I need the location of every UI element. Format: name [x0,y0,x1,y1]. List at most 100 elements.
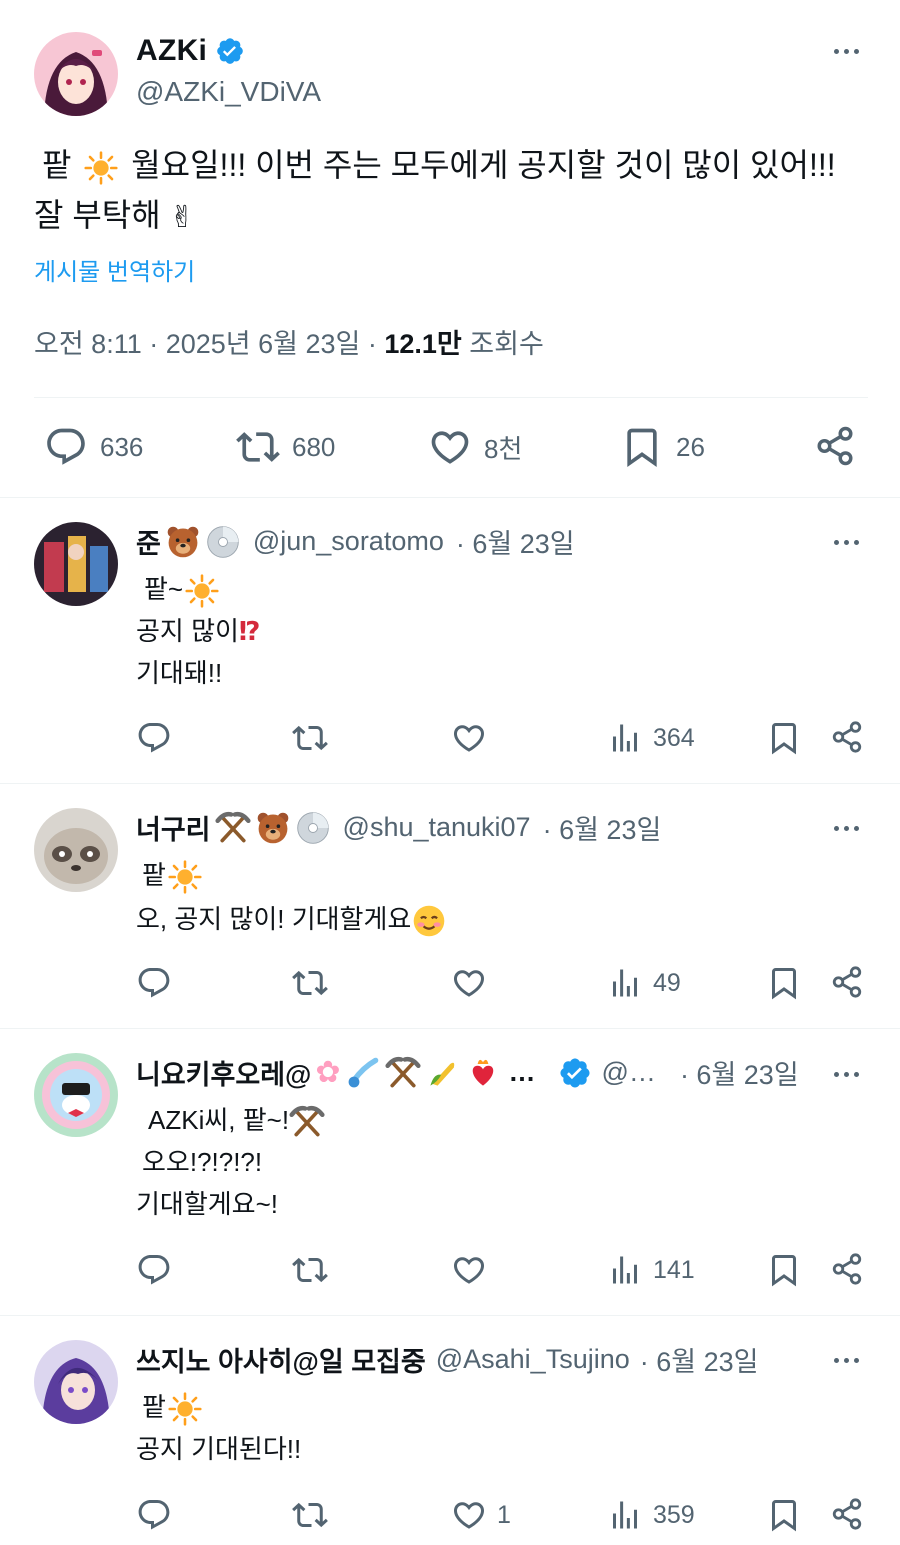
bear-emoji-icon [255,810,291,846]
like-button[interactable] [451,965,497,1001]
like-icon [451,720,487,756]
share-button[interactable] [830,1497,864,1531]
more-options-icon[interactable] [834,49,859,54]
reply-button[interactable] [136,965,172,1001]
reply-author-handle[interactable]: @jun_soratomo [253,526,444,557]
reply-date[interactable]: · 6월 23일 [543,808,662,847]
share-button[interactable] [830,720,864,754]
retweet-icon [292,1497,328,1533]
views-button[interactable]: 364 [607,720,695,756]
avatar[interactable] [34,522,118,606]
reply-author-name[interactable]: 너구리 [136,808,211,847]
bookmark-button[interactable] [766,965,802,1001]
bookmark-button[interactable]: 26 [620,425,705,469]
hammer-pick-emoji-icon [385,1055,421,1091]
share-icon [830,965,864,999]
reply-button[interactable] [136,1497,172,1533]
reply-author-handle[interactable]: @… [602,1057,656,1088]
views-button[interactable]: 49 [607,965,681,1001]
views-button[interactable]: 141 [607,1252,695,1288]
translate-post-link[interactable]: 게시물 번역하기 [34,252,195,287]
bookmark-button[interactable] [766,720,802,756]
share-icon [830,720,864,754]
verified-badge-icon [215,36,245,66]
divider [0,783,900,784]
smiling-face-emoji-icon [414,905,445,937]
reply-button[interactable] [136,720,172,756]
reply-text-line: 오오!?!?!?! [142,1147,263,1177]
reply-button[interactable]: 636 [44,425,143,469]
more-options-icon[interactable] [834,1358,859,1363]
retweet-button[interactable] [292,1497,328,1533]
interrobang-emoji-icon: ⁉ [238,616,261,646]
more-options-icon[interactable] [834,826,859,831]
reply-text: AZKi씨, 팥~! 오오!?!?!?! 기대할게요~! [136,1099,325,1225]
bookmark-icon [766,965,802,1001]
author-handle[interactable]: @AZKi_VDiVA [136,76,321,108]
sun-emoji-icon [168,860,202,894]
like-button[interactable] [451,1252,497,1288]
more-options-icon[interactable] [834,1072,859,1077]
views-count: 364 [653,723,695,752]
verified-badge-icon [558,1056,592,1090]
reply-date[interactable]: · 6월 23일 [456,522,575,561]
bookmark-count: 26 [676,431,705,462]
share-icon [830,1252,864,1286]
more-options-icon[interactable] [834,540,859,545]
share-icon [830,1497,864,1531]
reply-text: 팥 오, 공지 많이! 기대할게요 [136,854,447,940]
reply-author-name[interactable]: 쓰지노 아사히@일 모집중 [136,1340,426,1379]
like-count: 1 [497,1500,511,1529]
like-button[interactable] [451,720,497,756]
retweet-icon [292,965,328,1001]
reply-author-name[interactable]: 준 [136,522,161,561]
share-button[interactable] [814,425,856,467]
reply-author-handle[interactable]: @Asahi_Tsujino [436,1344,630,1375]
cherry-blossom-emoji-icon: ✿ [315,1056,341,1089]
retweet-count: 680 [292,431,336,462]
bookmark-button[interactable] [766,1252,802,1288]
victory-hand-emoji-icon: ✌ [169,200,195,234]
like-icon [428,425,472,469]
share-button[interactable] [830,965,864,999]
bookmark-button[interactable] [766,1497,802,1533]
reply-icon [136,1497,172,1533]
heart-on-fire-emoji-icon [472,1059,493,1086]
reply-author-handle[interactable]: @shu_tanuki07 [343,812,531,843]
tweet-text-line2: 잘 부탁해 [34,197,161,233]
views-icon [607,1252,643,1288]
avatar[interactable] [34,808,118,892]
reply-text-line: AZKi씨, 팥~! [148,1105,290,1135]
reply-text-line: 팥 [142,860,166,890]
views-label: 조회수 [469,329,544,359]
reply-button[interactable] [136,1252,172,1288]
share-icon [814,425,856,467]
retweet-button[interactable] [292,1252,328,1288]
retweet-button[interactable]: 680 [236,425,335,469]
retweet-button[interactable] [292,720,328,756]
like-button[interactable]: 1 [451,1497,511,1533]
reply-date[interactable]: · 6월 23일 [680,1053,799,1092]
avatar[interactable] [34,1340,118,1424]
share-button[interactable] [830,1252,864,1286]
divider [0,1315,900,1316]
author-avatar[interactable] [34,32,118,116]
tweet-timestamp[interactable]: 오전 8:11 · 2025년 6월 23일 · [34,329,377,359]
author-name[interactable]: AZKi [136,34,207,68]
corn-emoji-icon [429,1062,454,1086]
reply-text-line: 팥~ [144,574,184,604]
retweet-icon [292,720,328,756]
avatar[interactable] [34,1053,118,1137]
like-count: 8천 [484,433,523,464]
reply-date[interactable]: · 6월 23일 [640,1340,759,1379]
hammer-pick-emoji-icon [215,810,251,846]
views-icon [607,720,643,756]
like-button[interactable]: 8천 [428,425,522,469]
views-count: 359 [653,1500,695,1529]
bear-emoji-icon [165,524,201,560]
disc-emoji-icon [205,524,241,560]
retweet-button[interactable] [292,965,328,1001]
views-button[interactable]: 359 [607,1497,695,1533]
hammer-pick-emoji-icon [289,1104,325,1140]
reply-author-name[interactable]: 니요키후오레@ [136,1053,311,1092]
